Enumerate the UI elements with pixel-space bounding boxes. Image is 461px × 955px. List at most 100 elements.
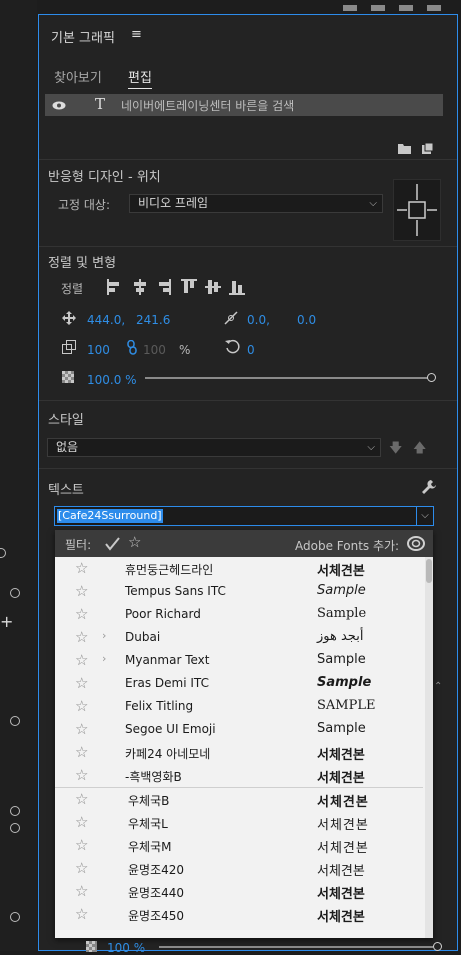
position-x[interactable]: 444.0, — [87, 313, 125, 327]
align-label: 정렬 — [61, 282, 84, 296]
pin-to-dropdown[interactable]: 비디오 프레임 ⌵ — [129, 194, 383, 213]
toolbar-icon[interactable] — [399, 5, 413, 11]
scrollbar-thumb[interactable] — [426, 559, 432, 583]
font-sample: Sample — [317, 675, 372, 690]
keyframe-knob[interactable] — [10, 806, 20, 816]
keyframe-knob[interactable] — [0, 548, 6, 558]
font-row[interactable]: ☆ 윤명조440 서체견본 — [55, 880, 423, 903]
favorites-filter-icon[interactable]: ☆ — [128, 533, 141, 551]
pin-anchor-widget[interactable] — [393, 179, 441, 241]
star-icon[interactable]: ☆ — [75, 628, 88, 646]
star-icon[interactable]: ☆ — [75, 813, 88, 831]
rotation-value[interactable]: 0 — [247, 343, 255, 357]
font-filter-bar: 필터: ☆ Adobe Fonts 추가: — [55, 530, 433, 557]
font-row[interactable]: ☆ 윤명조450 서체견본 — [55, 903, 423, 926]
font-row[interactable]: ☆ Segoe UI Emoji Sample — [55, 718, 423, 741]
font-name: 윤명조440 — [128, 886, 185, 900]
font-row[interactable]: ☆ 우체국M 서체견본 — [55, 834, 423, 857]
push-down-icon[interactable]: 🡇 — [389, 439, 402, 461]
tab-browse[interactable]: 찾아보기 — [54, 67, 102, 86]
font-list-scrollbar[interactable] — [425, 557, 433, 938]
font-sample: 서체견본 — [317, 795, 369, 810]
star-icon[interactable]: ☆ — [75, 582, 88, 600]
wrench-icon[interactable] — [422, 480, 436, 494]
align-center-h-icon — [134, 279, 146, 295]
creative-cloud-icon[interactable] — [407, 536, 425, 551]
opacity-slider[interactable] — [145, 377, 431, 379]
toolbar-icon[interactable] — [343, 5, 357, 11]
essential-graphics-panel: 기본 그래픽 ≡ 찾아보기 편집 T 네이버에트레이닝센터 바른을 검색 반응형… — [38, 14, 458, 955]
star-icon[interactable]: ☆ — [75, 905, 88, 923]
bottom-opacity-slider[interactable] — [159, 946, 433, 948]
scale-value[interactable]: 100 — [87, 343, 110, 357]
tab-edit[interactable]: 편집 — [128, 67, 152, 89]
font-name: 카페24 아네모네 — [125, 747, 211, 761]
toolbar-icon[interactable] — [427, 5, 441, 11]
chevron-right-icon[interactable]: › — [102, 629, 106, 642]
bottom-opacity-value[interactable]: 100 % — [107, 941, 145, 955]
push-up-icon[interactable]: 🡅 — [413, 439, 426, 461]
font-row[interactable]: ☆ › Myanmar Text Sample — [55, 649, 423, 672]
star-icon[interactable]: ☆ — [75, 651, 88, 669]
star-icon[interactable]: ☆ — [75, 790, 88, 808]
star-icon[interactable]: ☆ — [75, 674, 88, 692]
chevron-right-icon[interactable]: › — [102, 652, 106, 665]
font-row[interactable]: ☆ Eras Demi ITC Sample — [55, 672, 423, 695]
font-row[interactable]: ☆ 우체국B 서체견본 — [55, 788, 423, 811]
font-list: ☆ 휴먼둥근헤드라인 서체견본 ☆ Tempus Sans ITC Sample… — [55, 557, 433, 938]
align-transform-title: 정렬 및 변형 — [48, 256, 117, 271]
font-row[interactable]: ☆ 휴먼둥근헤드라인 서체견본 — [55, 557, 423, 580]
toolbar-icon[interactable] — [371, 5, 385, 11]
keyframe-knob[interactable] — [10, 823, 20, 833]
font-name: Dubai — [125, 630, 161, 644]
style-dropdown[interactable]: 없음 ⌵ — [47, 438, 381, 457]
star-icon[interactable]: ☆ — [75, 766, 88, 784]
folder-icon[interactable] — [398, 143, 411, 154]
style-title: 스타일 — [48, 413, 84, 428]
similar-fonts-icon[interactable] — [105, 536, 121, 551]
layer-row[interactable]: T 네이버에트레이닝센터 바른을 검색 — [45, 94, 443, 116]
font-row[interactable]: ☆ Felix Titling SAMPLE — [55, 695, 423, 718]
star-icon[interactable]: ☆ — [75, 605, 88, 623]
anchor-x[interactable]: 0.0, — [247, 313, 270, 327]
keyframe-knob[interactable] — [10, 588, 20, 598]
opacity-slider-handle[interactable] — [427, 373, 436, 382]
star-icon[interactable]: ☆ — [75, 559, 88, 577]
star-icon[interactable]: ☆ — [75, 720, 88, 738]
align-top-icon — [181, 279, 197, 293]
font-sample: 서체견본 — [317, 564, 365, 579]
new-layer-icon[interactable] — [422, 143, 433, 154]
font-family-value[interactable]: [Cafe24Ssurround] — [57, 509, 163, 523]
keyframe-knob[interactable] — [10, 912, 20, 922]
collapse-icon[interactable]: ⌃ — [434, 681, 442, 692]
font-name: Poor Richard — [125, 607, 201, 621]
font-sample: 서체견본 — [317, 841, 369, 856]
panel-title: 기본 그래픽 — [51, 31, 115, 46]
star-icon[interactable]: ☆ — [75, 882, 88, 900]
star-icon[interactable]: ☆ — [75, 743, 88, 761]
star-icon[interactable]: ☆ — [75, 836, 88, 854]
font-family-field[interactable]: [Cafe24Ssurround] ⌵ — [54, 506, 434, 526]
pin-value: 비디오 프레임 — [138, 196, 209, 210]
hamburger-icon[interactable]: ≡ — [131, 27, 142, 42]
star-icon[interactable]: ☆ — [75, 697, 88, 715]
anchor-y[interactable]: 0.0 — [297, 313, 316, 327]
font-row[interactable]: ☆ › Dubai أبجد هوز — [55, 626, 423, 649]
opacity-value[interactable]: 100.0 % — [87, 373, 137, 387]
chevron-down-icon[interactable]: ⌵ — [416, 506, 434, 526]
star-icon[interactable]: ☆ — [75, 859, 88, 877]
font-row[interactable]: ☆ 카페24 아네모네 서체견본 — [55, 741, 423, 764]
eye-icon[interactable] — [52, 101, 66, 110]
filter-label: 필터: — [65, 538, 92, 552]
font-row[interactable]: ☆ 윤명조420 서체견본 — [55, 857, 423, 880]
font-row[interactable]: ☆ 우체국L 서체견본 — [55, 811, 423, 834]
font-row[interactable]: ☆ Tempus Sans ITC Sample — [55, 580, 423, 603]
add-icon[interactable]: + — [0, 612, 13, 631]
link-icon[interactable] — [127, 340, 137, 355]
keyframe-knob[interactable] — [10, 716, 20, 726]
bottom-slider-handle[interactable] — [433, 942, 442, 951]
font-row[interactable]: ☆ Poor Richard Sample — [55, 603, 423, 626]
font-row[interactable]: ☆ -흑백영화B 서체견본 — [55, 764, 423, 788]
font-dropdown-popup: 필터: ☆ Adobe Fonts 추가: ☆ 휴먼둥근헤드라인 서체견본 ☆ … — [55, 530, 433, 938]
position-y[interactable]: 241.6 — [136, 313, 170, 327]
